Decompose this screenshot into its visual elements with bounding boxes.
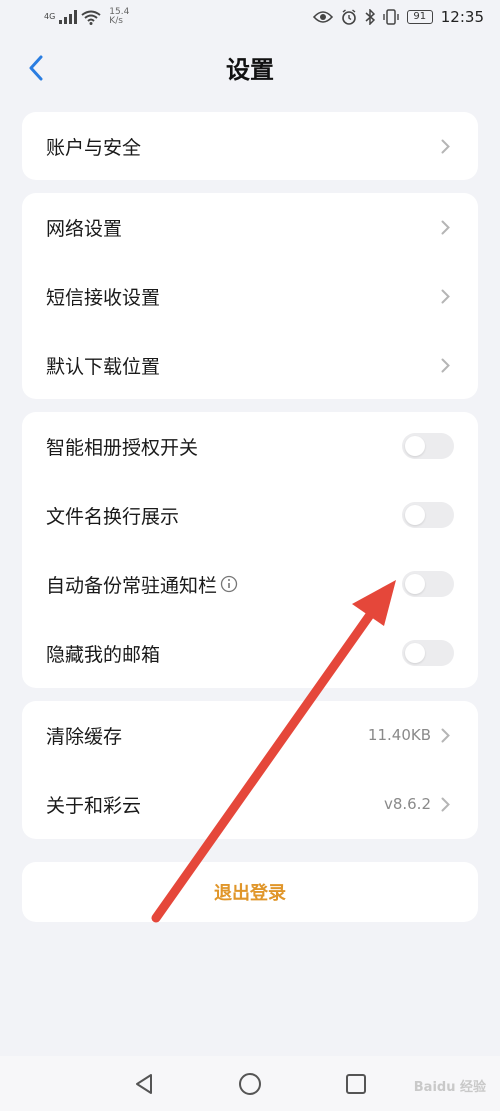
settings-card-toggles: 智能相册授权开关 文件名换行展示 自动备份常驻通知栏 隐藏我的邮箱	[22, 412, 478, 688]
clock: 12:35	[440, 8, 484, 26]
row-about[interactable]: 关于和彩云 v8.6.2	[22, 770, 478, 838]
row-hide-email: 隐藏我的邮箱	[22, 619, 478, 687]
cache-size-value: 11.40KB	[367, 726, 431, 744]
status-left: 4G 15.4 K/s	[44, 8, 129, 26]
eye-icon	[312, 11, 333, 23]
row-network-settings[interactable]: 网络设置	[22, 193, 478, 261]
chevron-right-icon	[441, 220, 450, 234]
row-smart-album: 智能相册授权开关	[22, 412, 478, 480]
toggle-knob	[405, 505, 425, 525]
chevron-right-icon	[441, 139, 450, 153]
smart-album-toggle[interactable]	[402, 433, 454, 459]
square-recent-icon	[346, 1074, 366, 1094]
logout-button[interactable]: 退出登录	[22, 862, 478, 922]
network-speed: 15.4 K/s	[109, 8, 129, 26]
network-speed-unit: K/s	[109, 16, 123, 26]
app-version-value: v8.6.2	[383, 795, 431, 813]
triangle-back-icon	[136, 1074, 152, 1094]
row-label: 文件名换行展示	[46, 505, 180, 528]
chevron-right-icon	[441, 797, 450, 811]
row-label-wrapper: 自动备份常驻通知栏	[46, 571, 238, 598]
row-account-security[interactable]: 账户与安全	[22, 112, 478, 180]
watermark: Baidu 经验	[413, 1080, 486, 1095]
row-backup-notification: 自动备份常驻通知栏	[22, 550, 478, 618]
nav-bar: 设置	[0, 40, 500, 96]
row-label: 关于和彩云	[46, 794, 142, 817]
row-label: 隐藏我的邮箱	[46, 643, 161, 666]
row-clear-cache[interactable]: 清除缓存 11.40KB	[22, 701, 478, 769]
row-label: 自动备份常驻通知栏	[46, 574, 218, 597]
nav-back-button[interactable]	[130, 1070, 158, 1098]
row-label: 默认下载位置	[46, 355, 161, 378]
toggle-knob	[405, 643, 425, 663]
settings-card-network: 网络设置 短信接收设置 默认下载位置	[22, 193, 478, 399]
hide-email-toggle[interactable]	[402, 640, 454, 666]
signal-icon	[59, 10, 78, 24]
toggle-knob	[405, 574, 425, 594]
info-icon[interactable]	[220, 575, 238, 593]
network-type: 4G	[44, 12, 56, 21]
row-filename-wrap: 文件名换行展示	[22, 481, 478, 549]
row-label: 网络设置	[46, 217, 123, 240]
page-title: 设置	[226, 55, 274, 84]
row-label: 清除缓存	[46, 725, 123, 748]
row-sms-settings[interactable]: 短信接收设置	[22, 262, 478, 330]
alarm-icon	[341, 9, 356, 25]
row-label: 智能相册授权开关	[46, 436, 199, 459]
row-download-location[interactable]: 默认下载位置	[22, 331, 478, 399]
status-bar: 4G 15.4 K/s 91 12:35	[0, 0, 500, 36]
toggle-knob	[405, 436, 425, 456]
chevron-right-icon	[441, 289, 450, 303]
status-right: 91 12:35	[312, 8, 484, 26]
circle-home-icon	[239, 1073, 261, 1095]
settings-card-storage: 清除缓存 11.40KB 关于和彩云 v8.6.2	[22, 701, 478, 839]
bluetooth-icon	[365, 9, 375, 25]
settings-card-account: 账户与安全	[22, 112, 478, 180]
nav-home-button[interactable]	[236, 1070, 264, 1098]
row-label: 账户与安全	[46, 136, 142, 159]
vibrate-icon	[383, 9, 399, 25]
nav-recent-button[interactable]	[342, 1070, 370, 1098]
battery-indicator: 91	[406, 10, 433, 24]
row-label: 短信接收设置	[46, 286, 161, 309]
filename-wrap-toggle[interactable]	[402, 502, 454, 528]
logout-label: 退出登录	[214, 883, 286, 904]
chevron-right-icon	[441, 728, 450, 742]
wifi-icon	[81, 10, 101, 25]
backup-notification-toggle[interactable]	[402, 571, 454, 597]
chevron-right-icon	[441, 358, 450, 372]
